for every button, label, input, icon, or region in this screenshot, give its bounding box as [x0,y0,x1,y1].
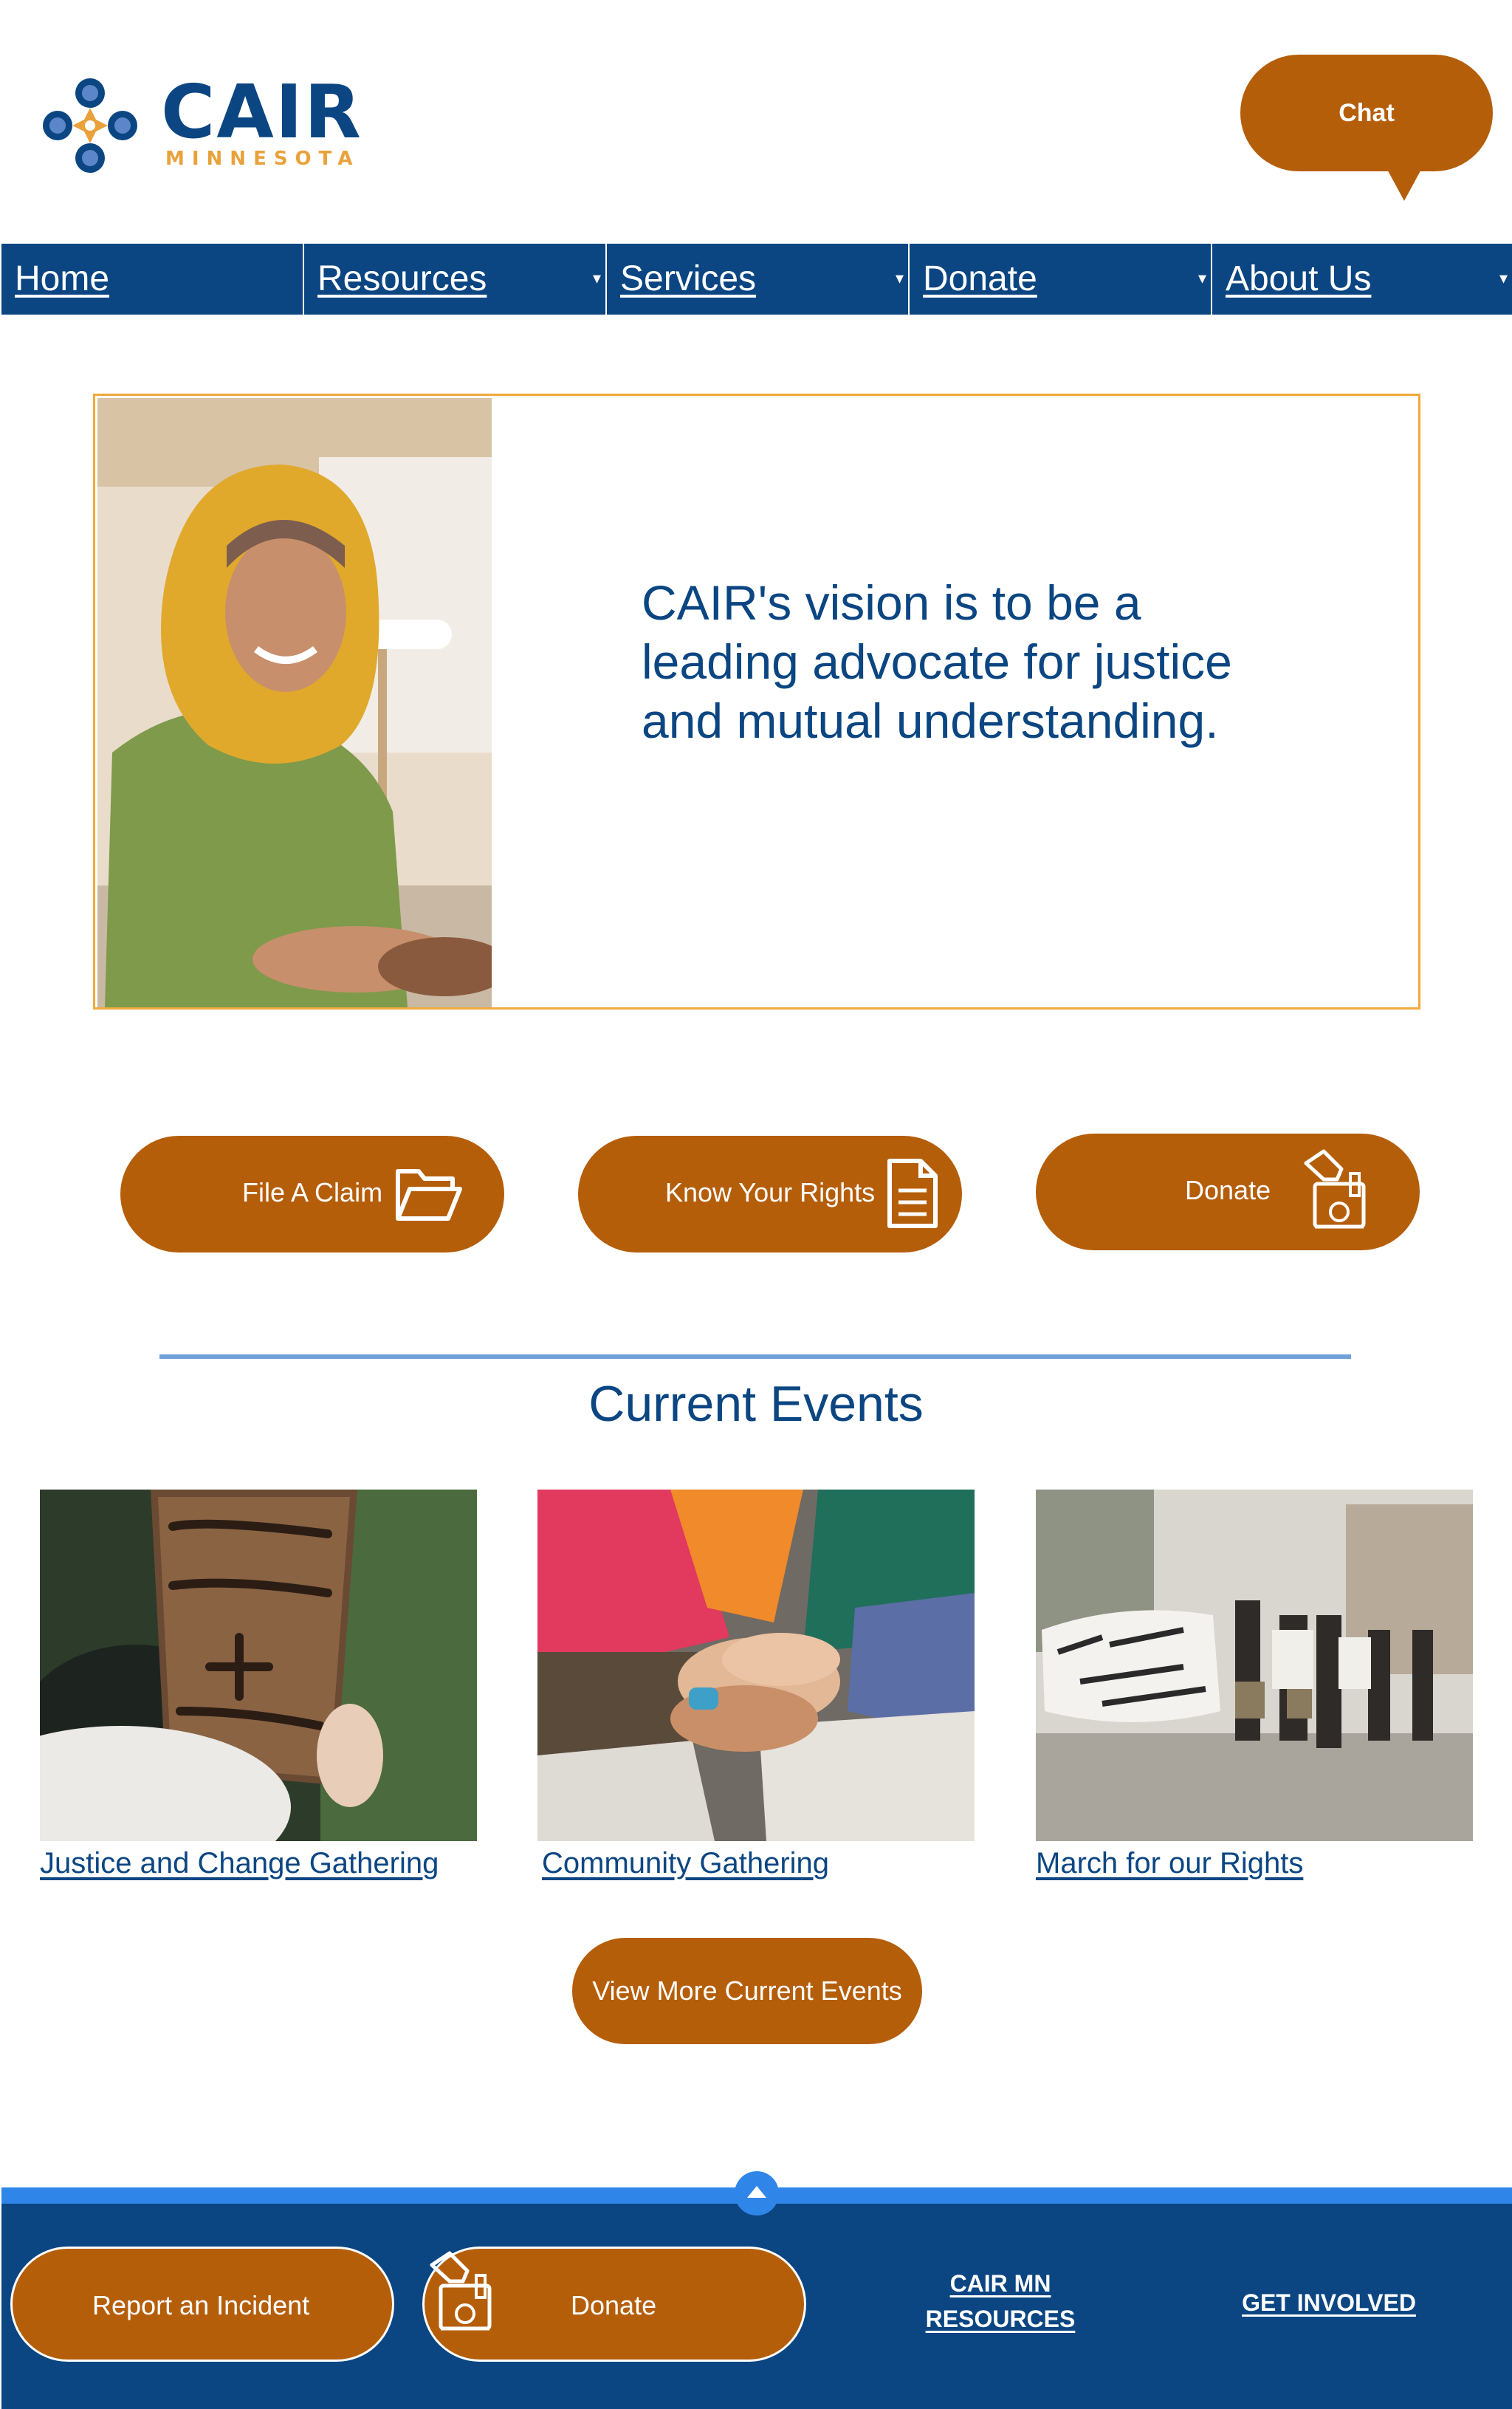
logo-wordmark: CAIR [161,69,362,155]
cair-logo-mark-icon [43,78,137,173]
chevron-down-icon: ▾ [592,269,601,287]
nav-label: Home [15,259,110,298]
cair-mn-resources-link[interactable]: CAIR MN RESOURCES [915,2266,1085,2337]
cair-logo[interactable]: CAIR MINNESOTA [41,74,366,177]
view-more-label: View More Current Events [592,1975,902,2006]
chat-button[interactable]: Chat [1240,55,1493,201]
resources-link-line2: RESOURCES [925,2306,1076,2332]
nav-label: Services [620,259,757,298]
event-card: Community Gathering [537,1490,975,1880]
nav-item-home[interactable]: Home [1,244,304,315]
stacked-hands-photo[interactable] [537,1490,975,1841]
document-icon [887,1159,938,1228]
vision-hero: CAIR's vision is to be a leading advocat… [93,394,1420,1010]
nav-label: Resources [317,259,487,298]
chevron-down-icon: ▾ [1499,269,1508,287]
nav-item-about-us[interactable]: About Us ▾ [1212,244,1512,315]
logo-subtitle: MINNESOTA [165,148,360,170]
chevron-down-icon: ▾ [1197,269,1206,287]
event-link[interactable]: Justice and Change Gathering [40,1847,477,1880]
vision-statement: CAIR's vision is to be a leading advocat… [642,575,1232,748]
report-incident-button[interactable]: Report an Incident [10,2247,394,2362]
protest-sign-photo[interactable] [40,1490,477,1841]
chat-label: Chat [1339,98,1395,127]
hero-woman-photo [97,398,492,1007]
event-card: March for our Rights [1036,1490,1473,1880]
scroll-to-top-icon[interactable] [735,2171,779,2216]
footer-donate-button[interactable]: Donate [422,2247,806,2362]
report-incident-label: Report an Incident [92,2290,310,2320]
chevron-down-icon: ▾ [895,269,904,287]
nav-item-resources[interactable]: Resources ▾ [304,244,607,315]
resources-link-line1: CAIR MN [949,2270,1051,2297]
donate-label: Donate [1185,1175,1271,1205]
section-divider [159,1354,1351,1359]
view-more-events-button[interactable]: View More Current Events [572,1938,922,2044]
donation-box-icon [430,2251,492,2331]
current-events-heading: Current Events [588,1376,924,1432]
nav-label: Donate [923,259,1037,298]
event-link[interactable]: March for our Rights [1036,1847,1473,1880]
donate-button[interactable]: Donate [1036,1134,1420,1250]
event-link[interactable]: Community Gathering [542,1847,975,1880]
get-involved-link[interactable]: GET INVOLVED [1218,2285,1440,2320]
main-nav: Home Resources ▾ Services ▾ Donate ▾ Abo… [1,244,1512,315]
footer-donate-label: Donate [571,2290,657,2320]
know-your-rights-button[interactable]: Know Your Rights [578,1136,962,1253]
nav-item-services[interactable]: Services ▾ [607,244,910,315]
nav-item-donate[interactable]: Donate ▾ [910,244,1212,315]
nav-label: About Us [1226,259,1372,298]
file-claim-button[interactable]: File A Claim [120,1136,504,1253]
march-crowd-photo[interactable] [1036,1490,1473,1841]
donation-box-icon [1304,1149,1366,1229]
know-your-rights-label: Know Your Rights [665,1177,876,1207]
folder-open-icon [396,1169,462,1221]
event-card: Justice and Change Gathering [40,1490,477,1880]
file-claim-label: File A Claim [242,1177,383,1207]
